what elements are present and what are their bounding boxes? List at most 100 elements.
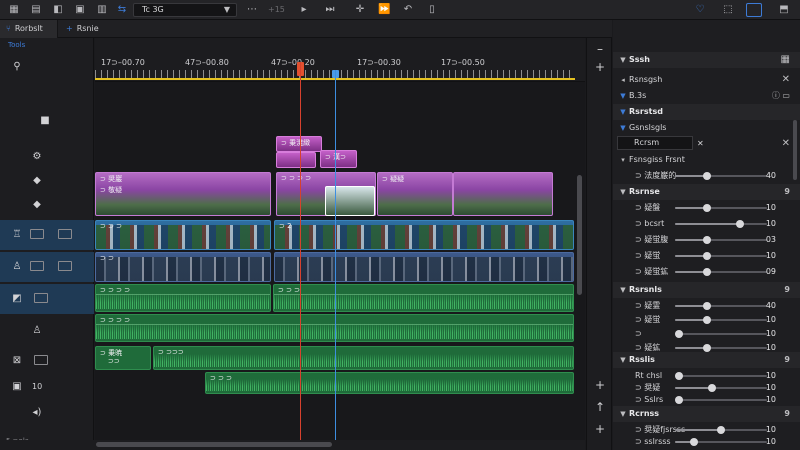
preset-field[interactable]: Rcrsm [617,136,693,150]
heart-icon[interactable]: ♡ [694,4,706,16]
timeline-tracks[interactable]: ⊃ 乗溌緻 ⊃ 漢⊃ ⊃ 奨巖 ⊃ 敬疑 ⊃ ⊃ ⊃ ⊃ ⊃ 疑疑 ⊃ ⊃ ⊃ … [95,82,585,440]
tool-icon[interactable]: ✕ [697,136,704,152]
person-icon[interactable]: ♙ [10,260,24,274]
video-clip[interactable] [274,252,574,282]
track-header[interactable]: ◂) [0,398,94,428]
video-clip[interactable]: ⊃ ⊃ ⊃ [95,220,271,250]
playhead[interactable] [300,62,301,440]
folder-icon[interactable]: ▤ [30,4,42,16]
inspector-row[interactable]: ▼ B.3s ⓘ ▭ [613,88,800,104]
title-clip[interactable]: ⊃ 漢⊃ [320,150,357,168]
title-clip[interactable]: ⊃ 乗溌緻 [276,136,322,152]
param-value[interactable]: 10 [754,434,776,450]
inspector-param[interactable]: ⊃ bcsrt 10 [613,216,800,232]
audio-track-header[interactable]: ◩ [0,284,94,314]
slider-knob[interactable] [702,268,711,276]
diamond-icon[interactable]: ◆ [30,198,44,212]
video-track-header[interactable]: ♙ [0,252,94,282]
slider-knob[interactable] [717,426,726,434]
inspector-section[interactable]: ▼ Rsrnse 9 [613,184,800,200]
clip-icon[interactable]: ⊠ [10,354,24,368]
toggle-icon[interactable] [58,229,72,239]
tab-new[interactable]: + Rsnie [60,20,114,38]
undo-icon[interactable]: ↶ [402,4,414,16]
toggle-icon[interactable] [30,261,44,271]
timeline-ruler[interactable]: 17⊃–00.70 47⊃–00.80 47⊃–00.20 17⊃–00.30 … [95,38,585,82]
slider-knob[interactable] [675,372,683,380]
gear-icon[interactable]: ⚙ [30,150,44,164]
inspector-breadcrumb[interactable]: ◂ Rsnsgsh ✕ [613,72,800,88]
slider-knob[interactable] [702,316,711,324]
slider-knob[interactable] [675,330,683,338]
timecode-select[interactable]: Tc 3G ▼ [133,3,237,17]
video-clip[interactable]: ⊃ 2 [274,220,574,250]
info-icon[interactable]: ⓘ ▭ [772,88,790,104]
clip-icon[interactable]: ▣ [10,380,24,394]
video-clip[interactable]: ⊃ 奨巖 ⊃ 敬疑 [95,172,271,216]
grid-icon[interactable]: ▦ [8,4,20,16]
track-header[interactable]: ■ [0,106,94,136]
inspector-section[interactable]: ▼ Rsrsnls 9 [613,282,800,298]
audio-clip[interactable]: ⊃ ⊃⊃⊃ [153,346,574,370]
slider-knob[interactable] [702,252,711,260]
slider-knob[interactable] [735,220,744,228]
crop-icon[interactable]: ⬚ [722,4,734,16]
image-icon[interactable]: ▥ [96,4,108,16]
title-clip[interactable] [276,152,316,168]
video-clip[interactable]: ⊃ ⊃ [95,252,271,282]
tab-project[interactable]: ⑂ Rorbslt [0,20,58,38]
skip-icon[interactable]: ⏭ [324,4,336,16]
move-icon[interactable]: ✛ [354,4,366,16]
plus-icon[interactable]: + [593,422,607,436]
video-clip-thumbnail[interactable] [325,186,375,216]
slider-knob[interactable] [689,438,698,446]
param-value[interactable]: 09 [754,264,776,280]
inspector-header[interactable]: ▼ Sssh ▦ [613,52,800,68]
toggle-icon[interactable] [30,229,44,239]
video-track-header[interactable]: ♖ [0,220,94,250]
param-value[interactable]: 10 [754,216,776,232]
inspector-section[interactable]: ▾ Fsnsgiss Frsnt [613,152,800,168]
slider-knob[interactable] [708,384,717,392]
track-header[interactable]: ⚲ [0,52,94,82]
arrow-up-icon[interactable]: ↑ [593,400,607,414]
inspector-section[interactable]: ▼ Gsnslsgls [613,120,800,136]
inspector-param[interactable]: ⊃ 疑蛍鉱 09 [613,264,800,280]
inspector-param[interactable]: ⊃ 法度巌的 40 [613,168,800,184]
inspector-scrollbar[interactable] [793,120,797,180]
list-icon[interactable]: ▣ [74,4,86,16]
inspector-param[interactable]: ⊃ 疑蛍 10 [613,248,800,264]
param-value[interactable]: 10 [754,200,776,216]
link-icon[interactable]: ⇆ [116,4,128,16]
clipboard-icon[interactable]: ▯ [426,4,438,16]
export-icon[interactable]: ⬒ [778,4,790,16]
track-header[interactable]: ◆ [0,190,94,220]
options-icon[interactable]: ▦ [781,52,790,68]
plus-icon[interactable]: + [593,378,607,392]
inspector-param[interactable]: ⊃ sslrsss 10 [613,434,800,450]
dots-icon[interactable]: ⋯ [246,4,258,16]
slider-knob[interactable] [675,396,683,404]
audio-clip[interactable]: ⊃ ⊃ ⊃ [205,372,574,394]
inspector-section[interactable]: ▼ Rsrstsd [613,104,800,120]
inspector-section[interactable]: ▼ Rsslis 9 [613,352,800,368]
minus-icon[interactable]: – [593,42,607,56]
diamond-icon[interactable]: ◆ [30,174,44,188]
toggle-icon[interactable] [34,355,48,365]
speaker-icon[interactable]: ◂) [30,406,44,420]
param-value[interactable]: 40 [754,168,776,184]
pin-icon[interactable]: ⚲ [10,60,24,74]
param-value[interactable]: 10 [754,248,776,264]
document-icon[interactable]: ◧ [52,4,64,16]
toggle-icon[interactable] [34,293,48,303]
audio-clip[interactable]: ⊃ ⊃ ⊃ ⊃ [95,284,271,312]
param-value[interactable]: 03 [754,232,776,248]
audio-track-header[interactable]: ♙ [0,316,94,346]
audio-clip[interactable]: ⊃ 乗暁 ⊃⊃ [95,346,151,370]
plus-icon[interactable]: + [593,60,607,74]
audio-clip[interactable]: ⊃ ⊃ ⊃ [273,284,574,312]
person-icon[interactable]: ♙ [30,324,44,338]
inspector-param[interactable]: ⊃ 疑蛍腹 03 [613,232,800,248]
inspector-section[interactable]: ▼ Rcrnss 9 [613,406,800,422]
video-clip[interactable]: ⊃ 疑疑 [377,172,453,216]
